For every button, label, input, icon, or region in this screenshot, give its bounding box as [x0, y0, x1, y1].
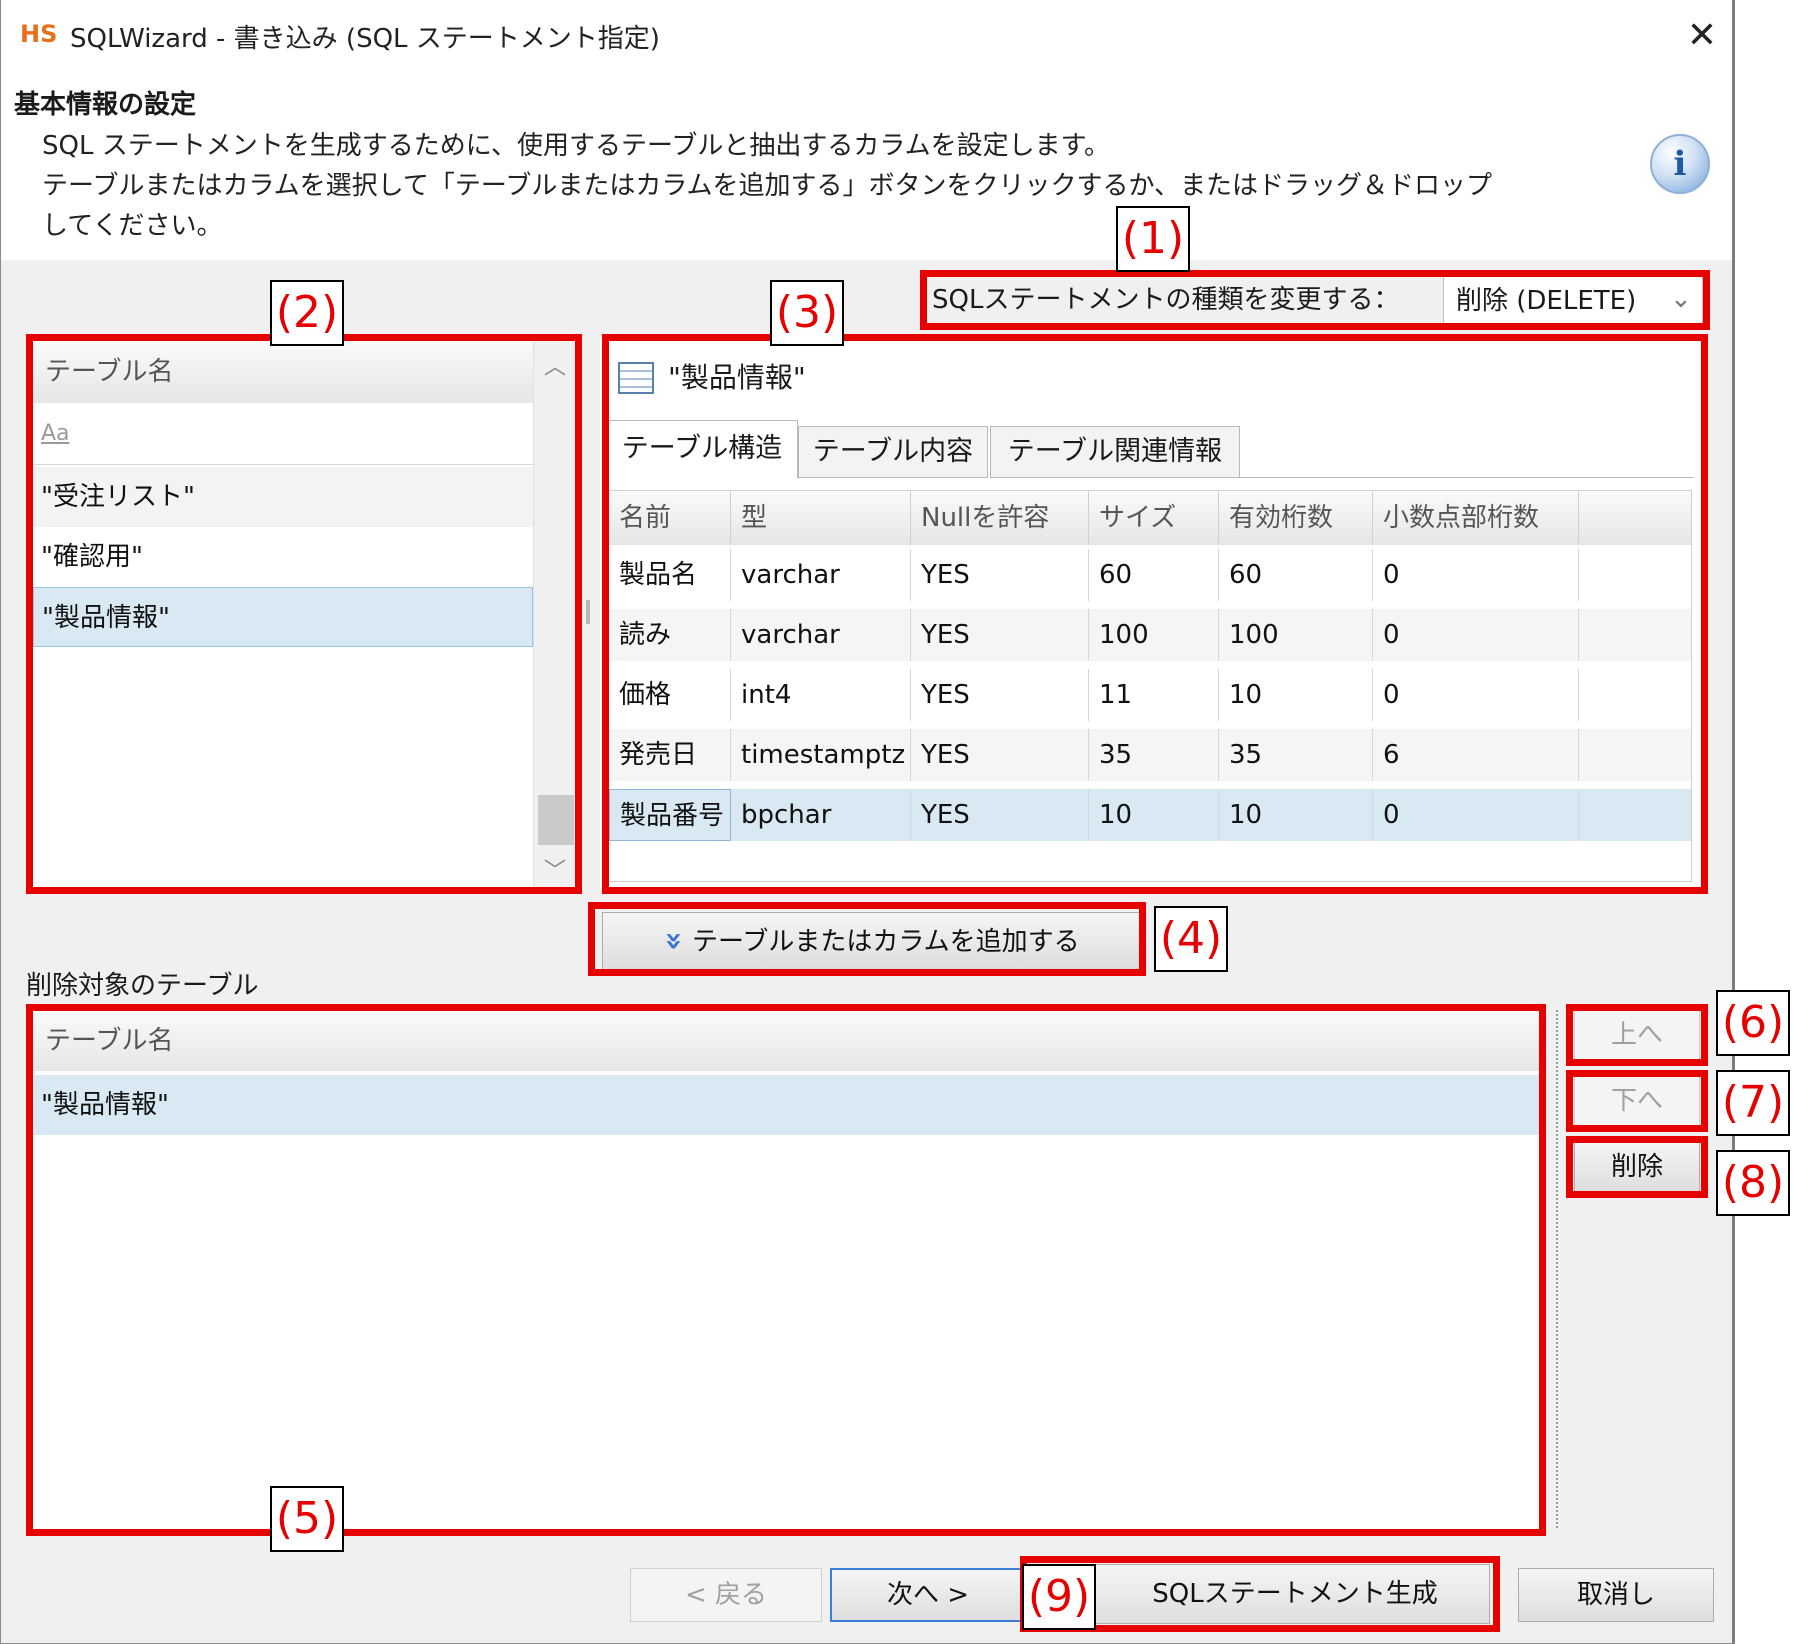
description-line-3: してください。 [42, 211, 223, 241]
callout-box-7 [1566, 1070, 1708, 1132]
callout-label-3: (3) [770, 280, 844, 346]
callout-box-1 [920, 270, 1710, 330]
callout-box-3 [602, 334, 1708, 894]
description-line-2: テーブルまたはカラムを選択して「テーブルまたはカラムを追加する」ボタンをクリック… [42, 171, 1493, 201]
callout-label-7: (7) [1716, 1070, 1790, 1136]
close-icon[interactable]: ✕ [1672, 6, 1732, 66]
callout-box-8 [1566, 1136, 1708, 1198]
page-title: 基本情報の設定 [14, 90, 197, 120]
callout-box-2 [26, 334, 582, 894]
callout-label-5: (5) [270, 1486, 344, 1552]
description-line-1: SQL ステートメントを生成するために、使用するテーブルと抽出するカラムを設定し… [42, 131, 1110, 161]
callout-label-9: (9) [1022, 1564, 1096, 1630]
callout-label-2: (2) [270, 280, 344, 346]
splitter-handle[interactable] [586, 600, 590, 624]
app-logo: HS [20, 20, 58, 48]
window-title: SQLWizard - 書き込み (SQL ステートメント指定) [70, 24, 660, 54]
splitter-vertical[interactable] [1556, 1010, 1558, 1530]
callout-box-5 [26, 1004, 1546, 1536]
delete-target-label: 削除対象のテーブル [26, 971, 259, 1001]
callout-label-8: (8) [1716, 1150, 1790, 1216]
callout-label-4: (4) [1154, 906, 1228, 972]
callout-box-4 [588, 902, 1146, 976]
callout-label-6: (6) [1716, 990, 1790, 1056]
next-button[interactable]: 次へ > [830, 1568, 1026, 1622]
callout-label-1: (1) [1116, 206, 1190, 272]
cancel-button[interactable]: 取消し [1518, 1568, 1714, 1622]
info-icon: i [1650, 134, 1710, 194]
back-button[interactable]: < 戻る [630, 1568, 822, 1622]
callout-box-6 [1566, 1004, 1708, 1066]
